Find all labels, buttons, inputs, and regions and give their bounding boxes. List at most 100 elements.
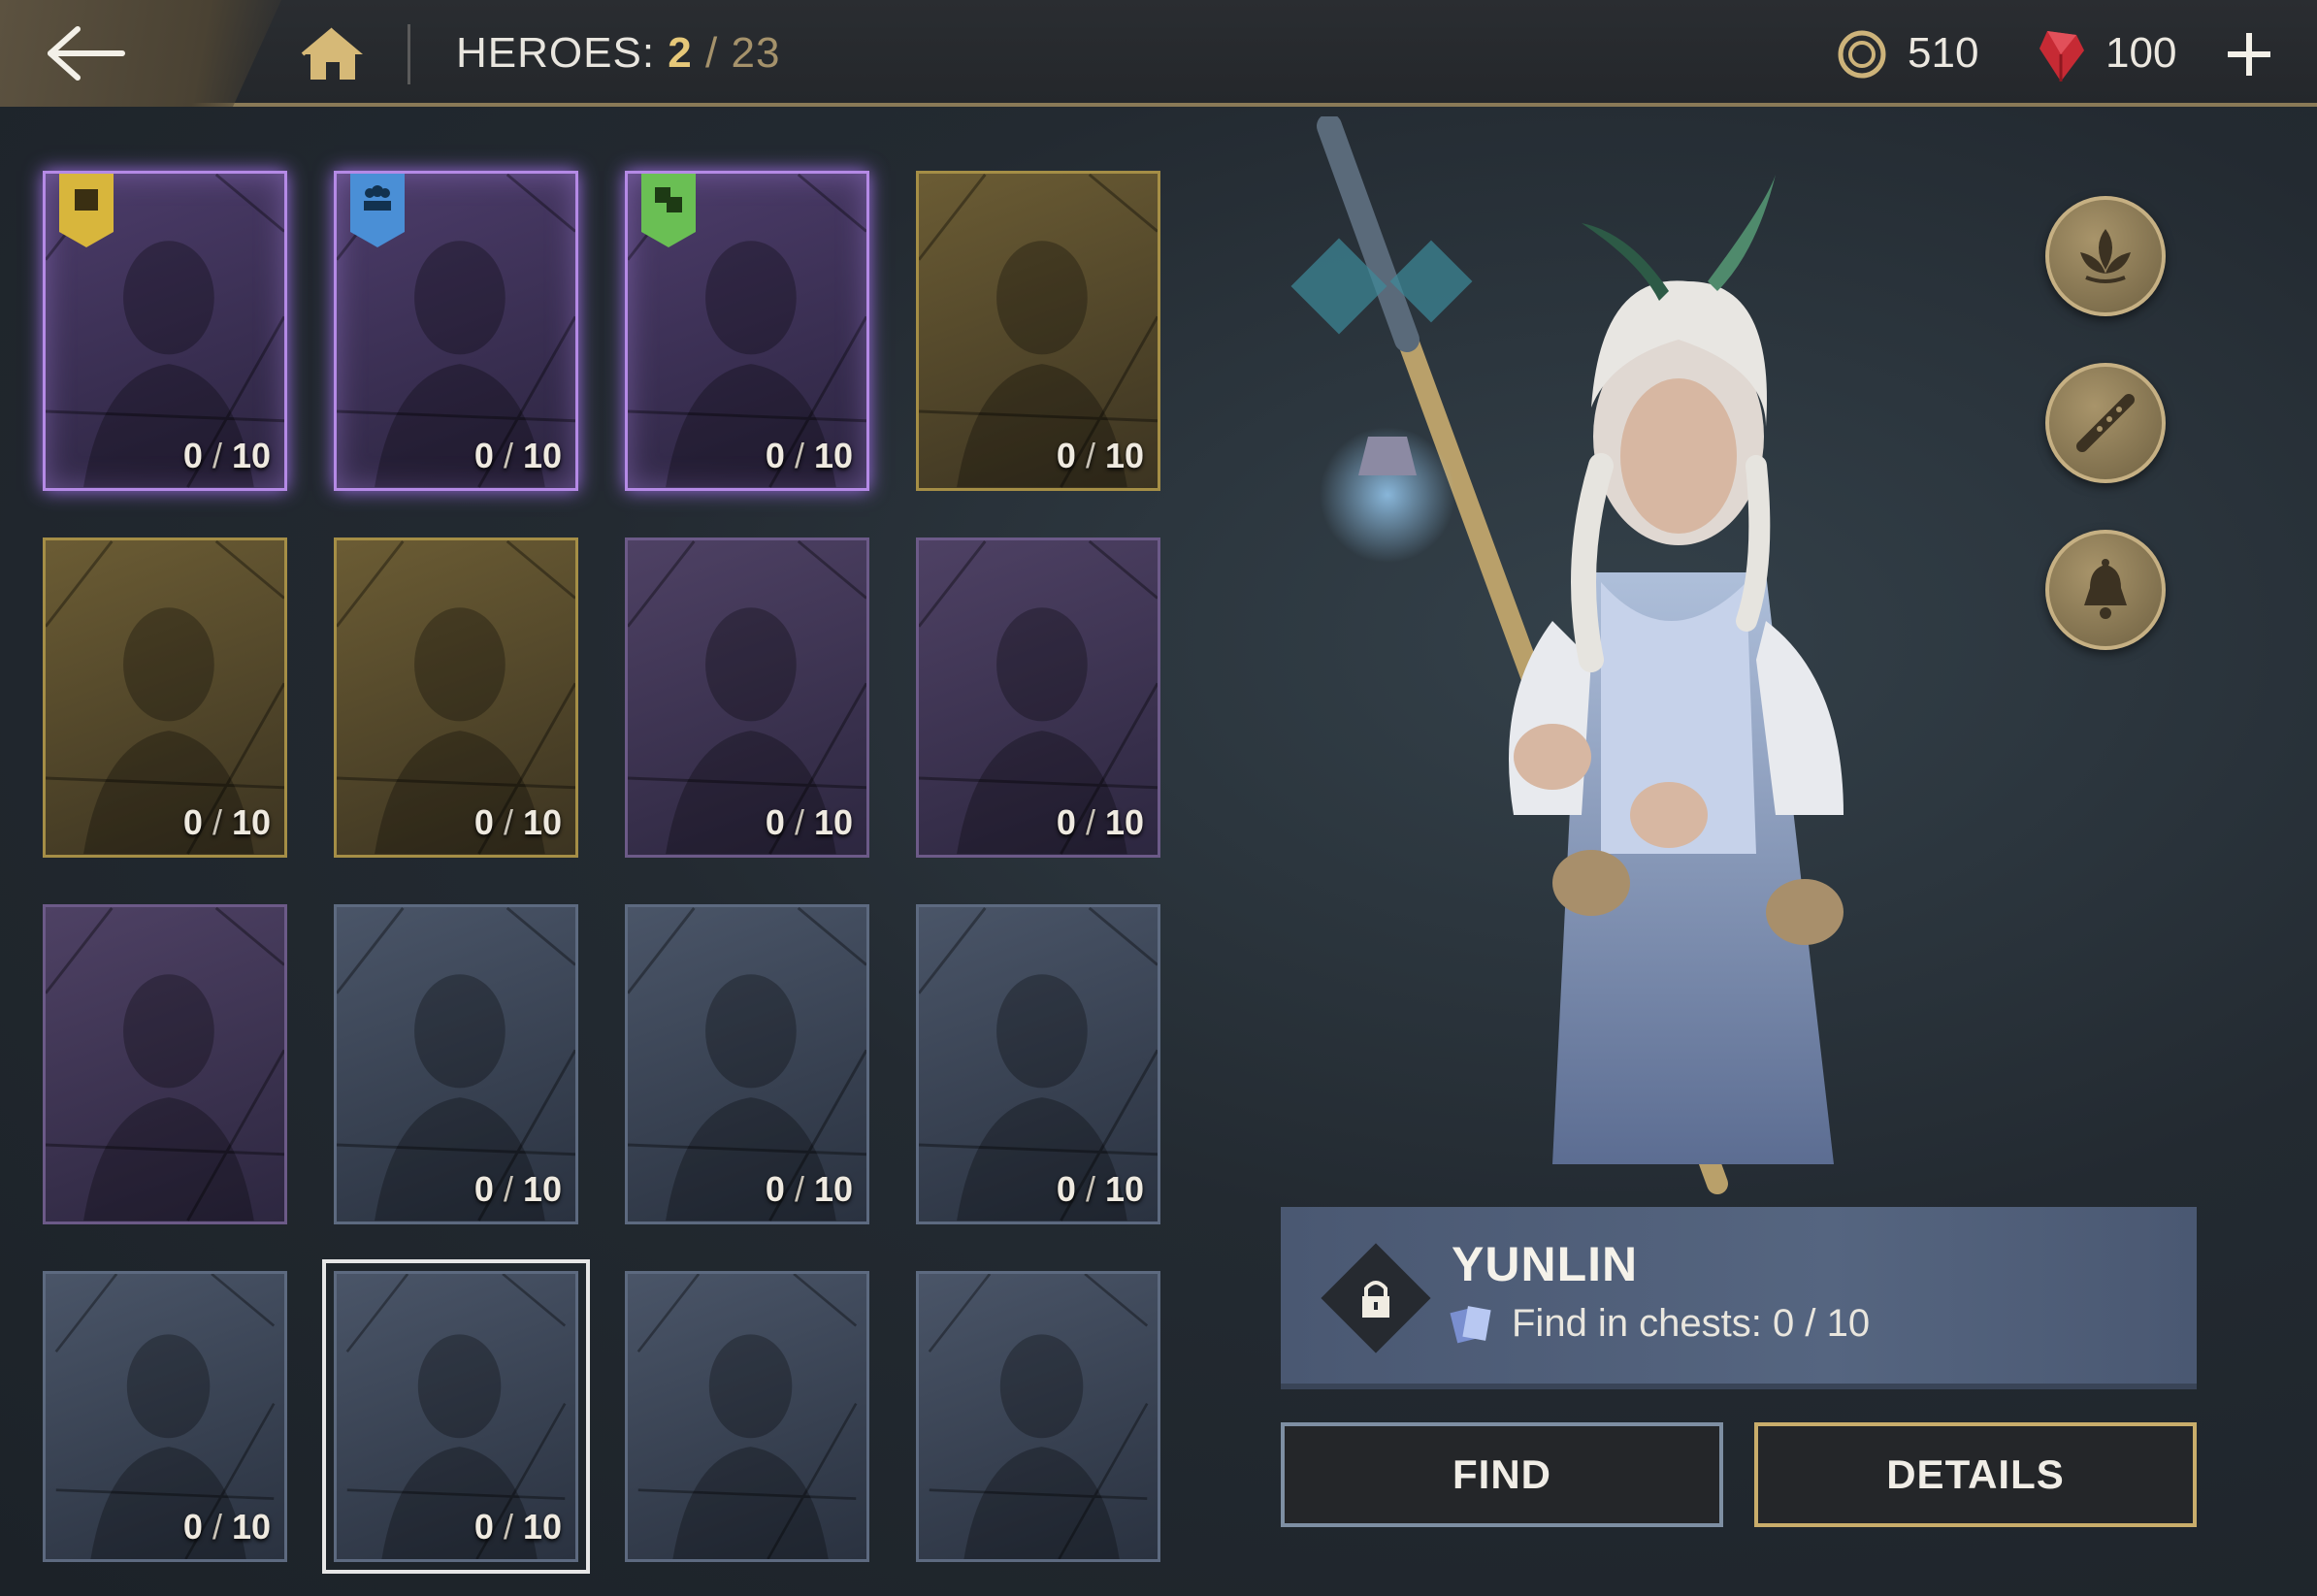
hero-card[interactable]: 0 / 10 <box>916 904 1160 1224</box>
gems-value: 100 <box>2105 29 2177 77</box>
heroes-owned: 2 <box>668 29 693 77</box>
card-count-separator: / <box>202 802 232 842</box>
hero-card[interactable]: 0 / 10 <box>43 1271 287 1562</box>
card-count-separator: / <box>493 1169 523 1209</box>
card-progress: 0 / 10 <box>474 436 562 476</box>
card-count: 0 <box>1056 1169 1076 1209</box>
gem-icon <box>2040 31 2084 81</box>
card-max: 10 <box>813 436 853 475</box>
card-max: 10 <box>231 802 271 842</box>
card-count: 0 <box>473 802 494 842</box>
hero-card[interactable]: 0 / 10 <box>334 171 578 491</box>
card-progress: 0 / 10 <box>183 1507 271 1547</box>
hero-card[interactable]: 0 / 10 <box>916 537 1160 858</box>
card-max: 10 <box>522 1169 562 1209</box>
card-count-separator: / <box>784 436 814 475</box>
card-count: 0 <box>182 802 203 842</box>
card-count-separator: / <box>202 436 232 475</box>
ability-flute-button[interactable] <box>2045 363 2166 483</box>
header-divider <box>408 24 410 84</box>
card-count-separator: / <box>784 802 814 842</box>
card-max: 10 <box>813 1169 853 1209</box>
hero-card[interactable]: 0 / 10 <box>625 537 869 858</box>
card-progress: 0 / 10 <box>474 802 562 843</box>
hero-card[interactable]: 0 / 10 <box>43 171 287 491</box>
plus-icon[interactable] <box>2222 27 2276 81</box>
card-progress: 0 / 10 <box>474 1169 562 1210</box>
coins-value: 510 <box>1908 29 1979 77</box>
find-in-chests-text: Find in chests: 0 / 10 <box>1512 1302 1871 1345</box>
card-count-separator: / <box>493 802 523 842</box>
hero-card[interactable] <box>43 904 287 1224</box>
hero-card[interactable]: 0 / 10 <box>334 904 578 1224</box>
hero-portrait-thumbnail <box>928 1274 1149 1559</box>
card-max: 10 <box>231 436 271 475</box>
card-count: 0 <box>1056 436 1076 475</box>
card-progress: 0 / 10 <box>1057 436 1144 476</box>
hero-card[interactable] <box>625 1271 869 1562</box>
card-count: 0 <box>473 1507 494 1547</box>
card-count: 0 <box>765 436 785 475</box>
hero-info-panel: YUNLIN Find in chests: 0 / 10 <box>1281 1207 2197 1389</box>
chest-tag-icon <box>59 174 114 247</box>
card-max: 10 <box>1104 436 1144 475</box>
card-max: 10 <box>522 1507 562 1547</box>
hero-portrait-thumbnail <box>636 1274 858 1559</box>
card-count: 0 <box>182 1507 203 1547</box>
home-icon[interactable] <box>299 25 367 83</box>
card-progress: 0 / 10 <box>183 802 271 843</box>
card-max: 10 <box>1104 1169 1144 1209</box>
card-count: 0 <box>1056 802 1076 842</box>
hero-card[interactable] <box>916 1271 1160 1562</box>
lotus-icon <box>2080 229 2131 283</box>
details-button[interactable]: DETAILS <box>1754 1422 2197 1527</box>
card-progress: 0 / 10 <box>766 802 853 843</box>
card-progress: 0 / 10 <box>474 1507 562 1547</box>
card-progress: 0 / 10 <box>1057 802 1144 843</box>
card-count: 0 <box>473 1169 494 1209</box>
hero-card[interactable]: 0 / 10 <box>43 537 287 858</box>
top-bar: HEROES: 2 / 23 510 100 <box>0 0 2317 107</box>
card-progress: 0 / 10 <box>766 1169 853 1210</box>
card-count: 0 <box>765 802 785 842</box>
hero-portrait-thumbnail <box>46 907 284 1221</box>
group-tag-icon <box>350 174 405 247</box>
ability-lotus-button[interactable] <box>2045 196 2166 316</box>
card-max: 10 <box>231 1507 271 1547</box>
heroes-separator: / <box>705 29 719 77</box>
card-count-separator: / <box>1075 436 1105 475</box>
card-progress: 0 / 10 <box>766 436 853 476</box>
hero-card[interactable]: 0 / 10 <box>916 171 1160 491</box>
hero-portrait <box>1290 116 1844 1194</box>
card-count-separator: / <box>1075 1169 1105 1209</box>
card-count: 0 <box>182 436 203 475</box>
coin-icon <box>1838 30 1886 79</box>
hero-card[interactable]: 0 / 10 <box>625 904 869 1224</box>
card-count-separator: / <box>784 1169 814 1209</box>
card-count: 0 <box>765 1169 785 1209</box>
ability-bell-button[interactable] <box>2045 530 2166 650</box>
card-count-separator: / <box>202 1507 232 1547</box>
card-max: 10 <box>522 802 562 842</box>
card-max: 10 <box>1104 802 1144 842</box>
heroes-counter: HEROES: 2 / 23 <box>456 29 780 78</box>
heroes-total: 23 <box>731 29 781 77</box>
bell-icon <box>2084 559 2127 619</box>
hero-name: YUNLIN <box>1452 1237 1639 1291</box>
card-count-separator: / <box>1075 802 1105 842</box>
back-arrow-icon[interactable] <box>41 21 128 85</box>
card-progress: 0 / 10 <box>183 436 271 476</box>
card-max: 10 <box>813 802 853 842</box>
flute-icon <box>2076 394 2135 452</box>
find-button[interactable]: FIND <box>1281 1422 1723 1527</box>
hero-card[interactable]: 0 / 10 <box>334 537 578 858</box>
dice-tag-icon <box>641 174 696 247</box>
heroes-label: HEROES: <box>456 29 656 77</box>
card-progress: 0 / 10 <box>1057 1169 1144 1210</box>
card-count-separator: / <box>493 436 523 475</box>
hero-card[interactable]: 0 / 10 <box>322 1259 590 1574</box>
card-count: 0 <box>473 436 494 475</box>
card-count-separator: / <box>493 1507 523 1547</box>
hero-card[interactable]: 0 / 10 <box>625 171 869 491</box>
cards-icon <box>1450 1306 1491 1344</box>
